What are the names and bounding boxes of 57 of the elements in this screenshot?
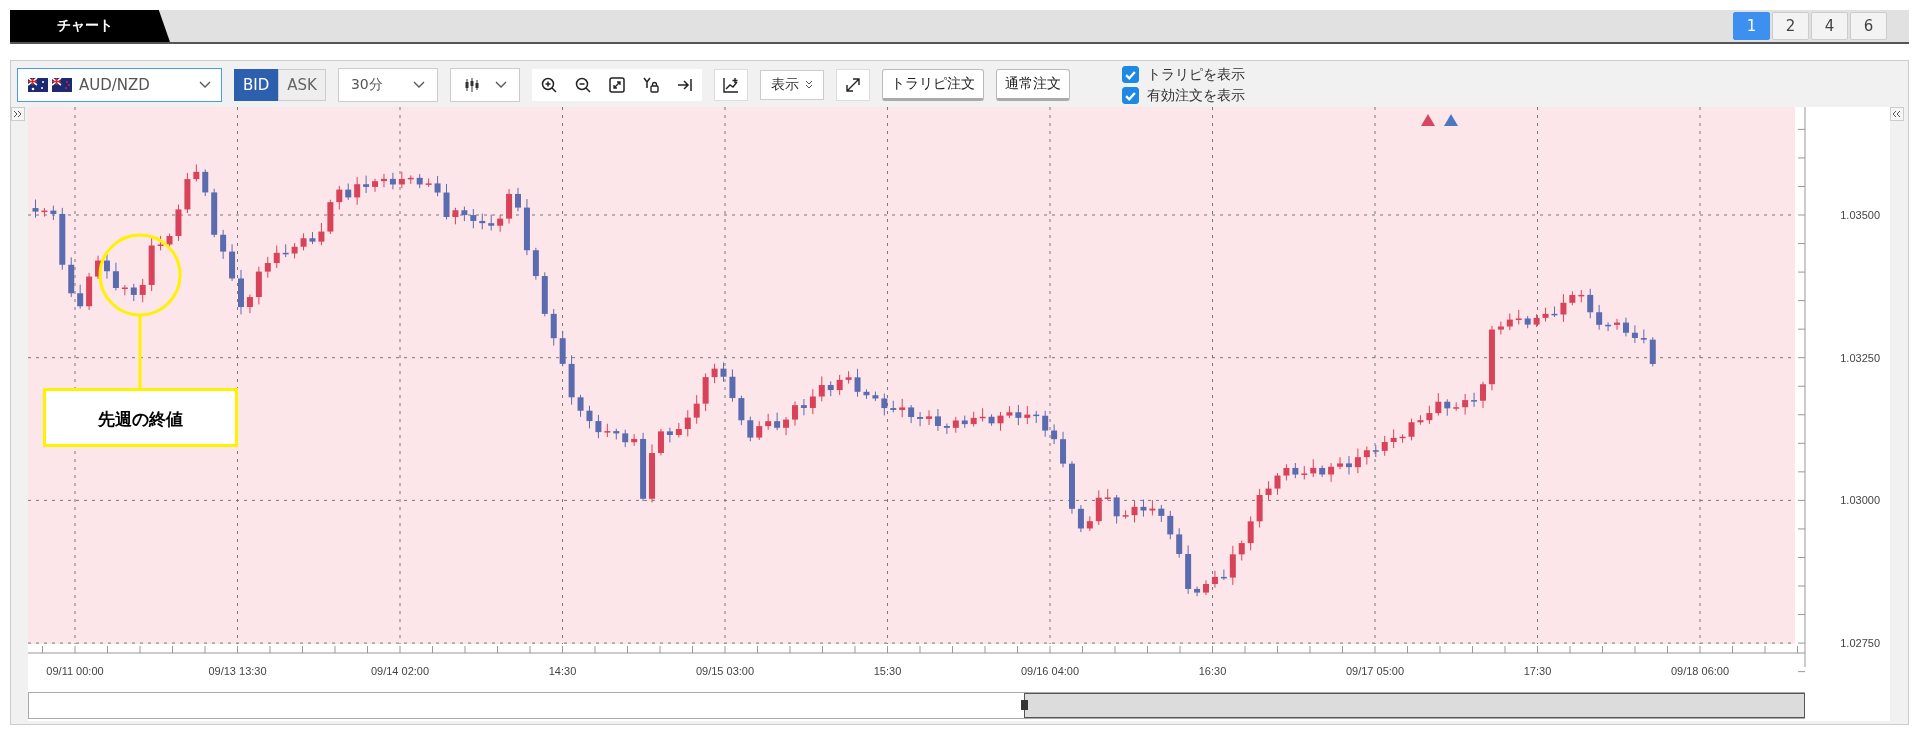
time-label: 15:30 — [873, 665, 902, 677]
price-side-button[interactable]: BID — [234, 69, 279, 101]
double-chevron-left-icon — [1892, 109, 1902, 119]
fit-icon — [607, 76, 626, 94]
triangle-up-icon — [1421, 114, 1435, 126]
y-lock-icon — [641, 76, 660, 94]
symbol-label: AUD/NZD — [79, 76, 151, 94]
time-label: 17:30 — [1523, 665, 1552, 677]
scrollbar-thumb[interactable] — [1024, 693, 1805, 718]
order-button[interactable]: トラリピ注文 — [881, 69, 984, 101]
layout-button[interactable]: 4 — [1811, 12, 1848, 40]
price-label: 1.02750 — [1840, 637, 1880, 650]
time-label: 09/13 13:30 — [208, 665, 267, 677]
display-menu-button[interactable]: 表示 — [759, 70, 824, 100]
order-button[interactable]: 通常注文 — [995, 69, 1070, 101]
zoom-in-icon — [539, 76, 558, 94]
flag-icon — [52, 78, 72, 92]
chevron-down-icon — [412, 81, 425, 89]
scroll-handle[interactable] — [1021, 700, 1028, 710]
symbol-select[interactable]: AUD/NZD — [17, 68, 222, 102]
time-label: 09/15 03:00 — [695, 665, 755, 677]
timeframe-select[interactable]: 30分 — [337, 68, 438, 102]
checkbox-label: 有効注文を表示 — [1146, 86, 1245, 105]
checkbox[interactable] — [1121, 66, 1139, 83]
chart-plus-icon — [721, 76, 740, 94]
layout-button[interactable]: 6 — [1850, 12, 1887, 40]
add-indicator-button[interactable] — [713, 69, 748, 101]
layout-button[interactable]: 2 — [1772, 12, 1809, 40]
chevron-down-icon — [494, 81, 507, 89]
time-label: 09/17 05:00 — [1345, 665, 1405, 677]
checkbox-label: トラリピを表示 — [1146, 65, 1245, 84]
chart-type-select[interactable] — [449, 68, 520, 102]
annotation-label: 先週の終値 — [97, 409, 183, 429]
flag-icon — [28, 78, 48, 92]
time-label: 14:30 — [548, 665, 577, 677]
expand-icon — [843, 76, 862, 94]
time-label: 09/16 04:00 — [1020, 665, 1080, 677]
chevron-down-icon — [199, 81, 211, 89]
triangle-up-icon — [1444, 114, 1458, 126]
chart-tab[interactable]: チャート — [10, 10, 170, 42]
time-label: 09/14 02:00 — [370, 665, 430, 677]
time-label: 09/11 00:00 — [46, 665, 104, 677]
zoom-out-icon — [573, 76, 592, 94]
price-label: 1.03250 — [1840, 351, 1880, 364]
checkbox[interactable] — [1121, 87, 1139, 104]
double-chevron-right-icon — [13, 109, 23, 119]
price-side-button[interactable]: ASK — [278, 69, 326, 101]
price-label: 1.03500 — [1840, 209, 1880, 221]
expand-button[interactable] — [835, 69, 870, 101]
price-label: 1.03000 — [1840, 494, 1880, 507]
time-label: 09/18 06:00 — [1670, 665, 1730, 677]
double-chevron-icon — [804, 80, 813, 90]
timeframe-label: 30分 — [350, 76, 383, 94]
arrow-to-end-icon — [675, 76, 694, 94]
expand-left-button[interactable] — [11, 107, 25, 121]
time-label: 16:30 — [1198, 665, 1227, 677]
collapse-right-button[interactable] — [1890, 107, 1904, 121]
